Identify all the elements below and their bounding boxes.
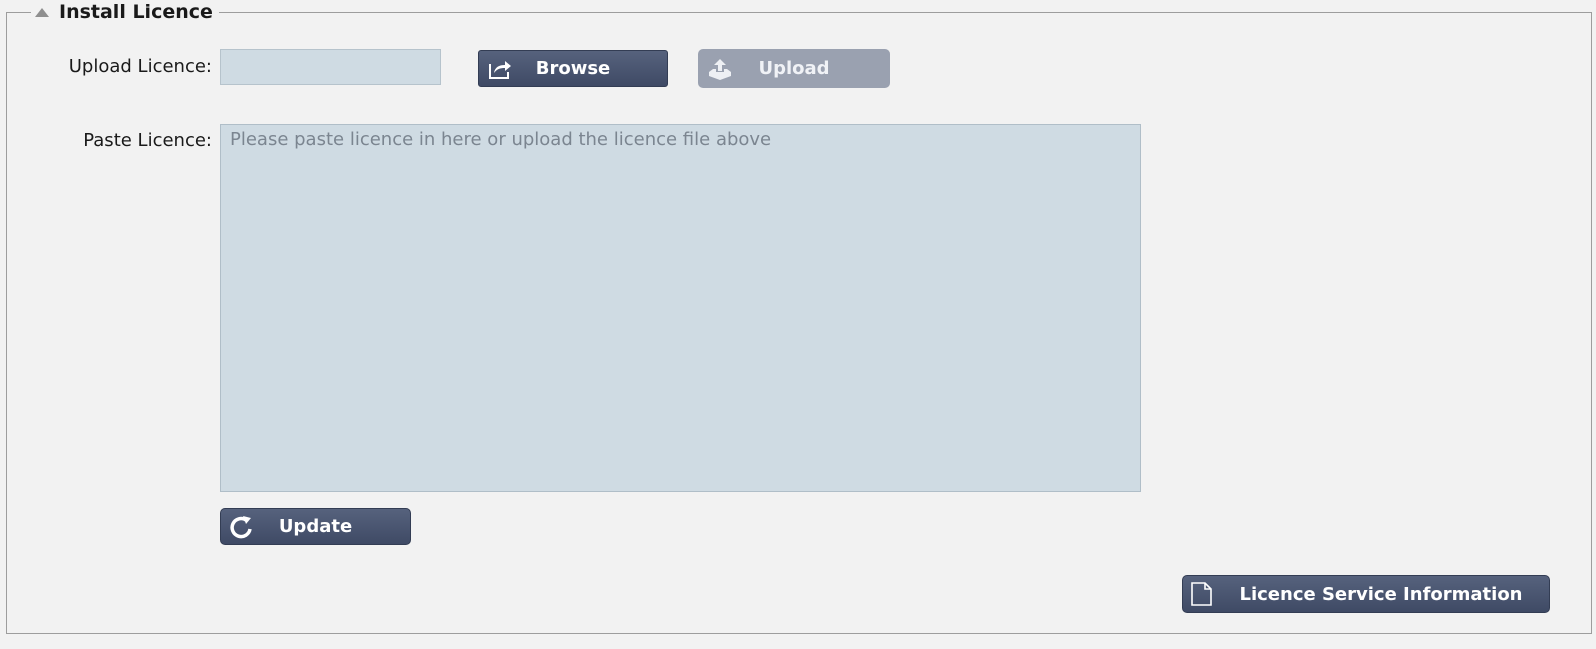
upload-button[interactable]: Upload [698, 49, 890, 88]
panel-title: Install Licence [59, 0, 213, 23]
paste-licence-textarea[interactable] [220, 124, 1141, 492]
collapse-triangle-icon[interactable] [35, 7, 49, 17]
panel-legend[interactable]: Install Licence [31, 0, 219, 24]
browse-button[interactable]: Browse [478, 50, 668, 87]
document-icon [1191, 582, 1212, 606]
upload-licence-label: Upload Licence: [68, 56, 212, 77]
share-arrow-icon [489, 60, 511, 79]
upload-file-field[interactable] [220, 49, 441, 85]
licence-service-information-label: Licence Service Information [1239, 583, 1523, 605]
upload-tray-icon [709, 58, 731, 80]
refresh-icon [230, 515, 252, 538]
paste-licence-label: Paste Licence: [83, 130, 212, 151]
update-button[interactable]: Update [220, 508, 411, 545]
licence-service-information-button[interactable]: Licence Service Information [1182, 575, 1550, 613]
